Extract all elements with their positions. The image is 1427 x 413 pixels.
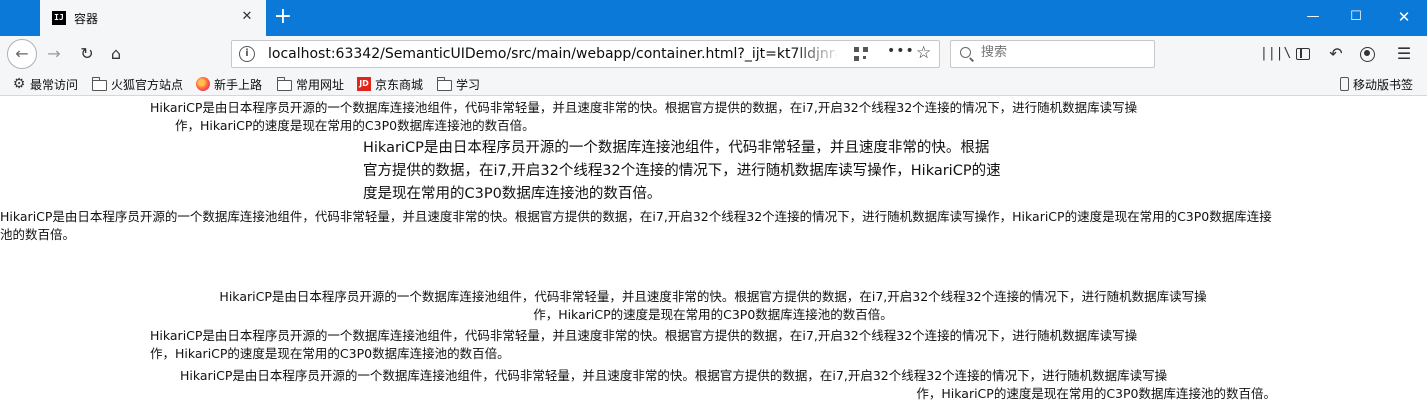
window-close-icon[interactable]: ✕ [1381,0,1427,36]
home-icon[interactable]: ⌂ [102,40,130,68]
site-info-icon[interactable]: i [239,46,255,62]
text-line: 度是现在常用的C3P0数据库连接池的数百倍。 [363,186,662,202]
window-minimize-icon[interactable]: — [1290,0,1336,36]
bookmarks-toolbar: ⚙ 最常访问 火狐官方站点 新手上路 常用网址 JD 京东商城 学习 移动版书签 [0,72,1427,96]
search-bar[interactable] [950,40,1155,68]
undo-icon[interactable]: ↶ [1326,44,1346,64]
window-maximize-icon[interactable]: ☐ [1333,0,1379,36]
text-line: 作，HikariCP的速度是现在常用的C3P0数据库连接池的数百倍。 [533,307,893,322]
bookmark-getting-started[interactable]: 新手上路 [196,76,262,92]
right-aligned-paragraph: HikariCP是由日本程序员开源的一个数据库连接池组件，代码非常轻量，并且速度… [180,367,1276,403]
bookmark-label: 火狐官方站点 [111,77,184,92]
bookmark-label: 最常访问 [30,77,79,92]
text-line: 作，HikariCP的速度是现在常用的C3P0数据库连接池的数百倍。 [175,118,535,133]
container-paragraph-1: HikariCP是由日本程序员开源的一个数据库连接池组件，代码非常轻量，并且速度… [150,99,1137,135]
mobile-icon [1340,77,1349,91]
sidebar-icon[interactable] [1293,44,1313,64]
sidebar-box-icon [1296,48,1310,60]
text-line: HikariCP是由日本程序员开源的一个数据库连接池组件，代码非常轻量，并且速度… [150,328,1138,343]
qr-code-icon[interactable] [854,47,868,61]
bookmark-jd[interactable]: JD 京东商城 [357,76,423,92]
page-content: HikariCP是由日本程序员开源的一个数据库连接池组件，代码非常轻量，并且速度… [0,97,1427,413]
url-bar[interactable]: i localhost:63342/SemanticUIDemo/src/mai… [231,40,940,68]
url-fade [792,42,842,66]
hamburger-menu-icon[interactable]: ☰ [1394,44,1414,64]
folder-icon [91,76,107,91]
navigation-toolbar: ← → ↻ ⌂ i localhost:63342/SemanticUIDemo… [0,36,1427,72]
reload-icon[interactable]: ↻ [73,40,101,68]
text-line: 池的数百倍。 [0,227,76,242]
forward-arrow-icon[interactable]: → [40,40,68,68]
left-aligned-paragraph: HikariCP是由日本程序员开源的一个数据库连接池组件，代码非常轻量，并且速度… [150,327,1137,363]
title-bar: IJ 容器 ✕ + — ☐ ✕ [0,0,1427,36]
bookmark-mobile[interactable]: 移动版书签 [1340,76,1413,92]
text-line: 作，HikariCP的速度是现在常用的C3P0数据库连接池的数百倍。 [150,346,510,361]
bookmark-label: 常用网址 [296,77,345,92]
bookmark-star-icon[interactable]: ☆ [916,43,931,63]
tab-close-icon[interactable]: ✕ [239,9,255,24]
bookmark-label: 新手上路 [214,77,263,92]
center-aligned-paragraph: HikariCP是由日本程序员开源的一个数据库连接池组件，代码非常轻量，并且速度… [165,288,1261,324]
text-line: 作，HikariCP的速度是现在常用的C3P0数据库连接池的数百倍。 [916,386,1276,401]
text-line: 官方提供的数据，在i7,开启32个线程32个连接的情况下，进行随机数据库读写操作… [363,163,1001,179]
page-actions-more-icon[interactable]: ••• [887,43,915,59]
tab-container[interactable]: IJ 容器 ✕ [40,0,266,36]
gear-icon: ⚙ [12,76,26,92]
search-input[interactable] [981,45,1141,60]
text-line: HikariCP是由日本程序员开源的一个数据库连接池组件，代码非常轻量，并且速度… [180,368,1168,383]
account-icon[interactable] [1357,44,1377,64]
text-line: HikariCP是由日本程序员开源的一个数据库连接池组件，代码非常轻量，并且速度… [150,100,1138,115]
folder-icon [276,76,292,91]
firefox-icon [196,77,210,91]
tab-title: 容器 [74,12,99,26]
url-text[interactable]: localhost:63342/SemanticUIDemo/src/main/… [268,46,836,62]
folder-icon [436,76,452,91]
bookmark-label: 京东商城 [375,77,424,92]
bookmark-label: 学习 [456,77,481,92]
text-line: HikariCP是由日本程序员开源的一个数据库连接池组件，代码非常轻量，并且速度… [0,209,1272,224]
library-icon[interactable]: |||\ [1260,44,1291,64]
fluid-container-paragraph: HikariCP是由日本程序员开源的一个数据库连接池组件，代码非常轻量，并且速度… [0,208,1272,244]
bookmark-most-visited[interactable]: ⚙ 最常访问 [12,76,78,92]
bookmark-firefox-site[interactable]: 火狐官方站点 [91,76,184,92]
jd-icon: JD [357,77,371,91]
bookmark-common-sites[interactable]: 常用网址 [276,76,345,92]
text-line: HikariCP是由日本程序员开源的一个数据库连接池组件，代码非常轻量，并且速度… [219,289,1207,304]
search-icon [960,47,971,58]
new-tab-plus-icon[interactable]: + [270,5,296,31]
bookmark-study[interactable]: 学习 [436,76,481,92]
account-circle-icon [1359,47,1375,62]
intellij-favicon-icon: IJ [52,11,66,25]
bookmark-label: 移动版书签 [1353,77,1414,92]
back-arrow-icon[interactable]: ← [7,39,37,69]
text-container-paragraph: HikariCP是由日本程序员开源的一个数据库连接池组件，代码非常轻量，并且速度… [363,137,1001,206]
text-line: HikariCP是由日本程序员开源的一个数据库连接池组件，代码非常轻量，并且速度… [363,140,990,156]
